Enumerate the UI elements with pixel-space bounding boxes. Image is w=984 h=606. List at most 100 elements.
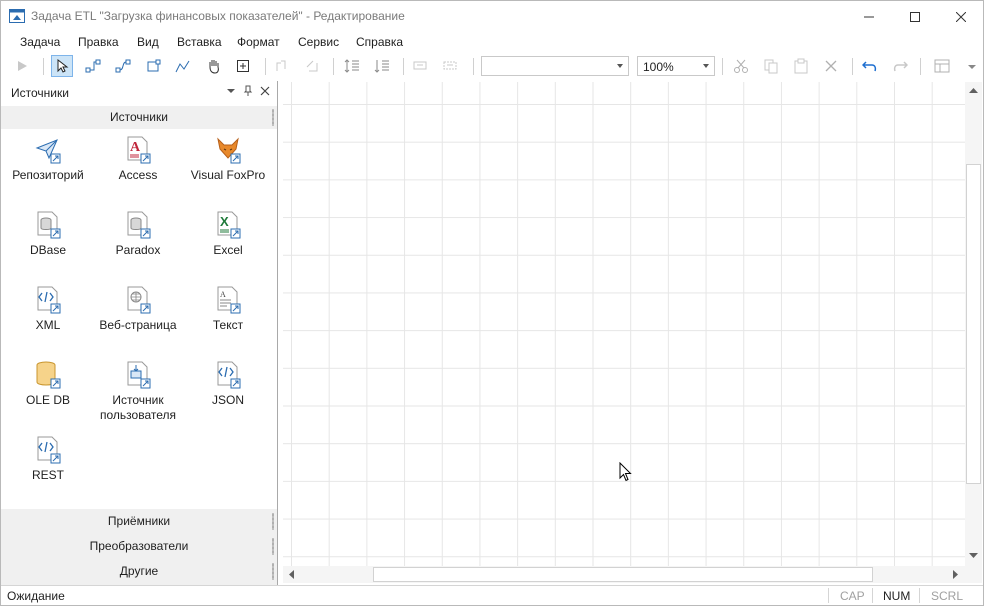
zoom-combo[interactable]: 100% (637, 56, 715, 76)
section-transformers[interactable]: Преобразователи (1, 535, 277, 558)
source-item-excel[interactable]: X Excel (182, 211, 274, 257)
font-combo[interactable] (481, 56, 629, 76)
send-backward-button[interactable] (301, 55, 323, 77)
connector-tool-button[interactable] (82, 55, 104, 77)
foxpro-icon (217, 137, 241, 164)
design-canvas[interactable] (283, 82, 965, 566)
maximize-button[interactable] (892, 1, 938, 32)
panel-pin-button[interactable] (242, 85, 254, 97)
section-receivers[interactable]: Приёмники (1, 510, 277, 533)
source-item-paradox[interactable]: Paradox (92, 211, 184, 257)
decrease-spacing-icon (374, 60, 389, 73)
repository-icon (35, 139, 61, 164)
menu-view[interactable]: Вид (137, 35, 159, 49)
minimize-button[interactable] (846, 1, 892, 32)
svg-text:A: A (130, 140, 141, 155)
scroll-up-icon (969, 88, 978, 93)
vertical-scrollbar[interactable] (965, 82, 982, 566)
scroll-left-icon (289, 570, 294, 579)
json-icon (217, 361, 241, 389)
source-item-access[interactable]: A Access (92, 136, 184, 182)
menu-task[interactable]: Задача (20, 35, 60, 49)
close-button[interactable] (938, 1, 984, 32)
bring-forward-button[interactable] (271, 55, 293, 77)
user-source-icon (127, 361, 151, 389)
etl-editor-window: Задача ETL "Загрузка финансовых показате… (0, 0, 984, 606)
source-item-web-page[interactable]: Веб-страница (92, 286, 184, 332)
undo-icon (862, 61, 877, 72)
toolbar-separator (265, 58, 266, 75)
chevron-down-icon (617, 64, 623, 68)
source-item-label: Excel (213, 243, 243, 257)
source-item-json[interactable]: JSON (182, 361, 274, 407)
cap-indicator: CAP (840, 589, 865, 603)
svg-text:X: X (220, 214, 229, 229)
source-item-label: Источник пользователя (100, 393, 176, 422)
polyline-tool-button[interactable] (172, 55, 194, 77)
rect-connector-button[interactable] (142, 55, 164, 77)
menu-insert[interactable]: Вставка (177, 35, 222, 49)
decrease-spacing-button[interactable] (371, 55, 393, 77)
group-button[interactable] (410, 55, 432, 77)
source-item-xml[interactable]: XML (2, 286, 94, 332)
source-item-ole-db[interactable]: OLE DB (2, 361, 94, 407)
toolbar-overflow-button[interactable] (961, 55, 983, 77)
paradox-icon (127, 211, 151, 239)
maximize-icon (910, 11, 920, 22)
toolbar-separator (403, 58, 404, 75)
source-item-label: Paradox (115, 243, 161, 257)
connector-icon (85, 59, 101, 73)
source-item-rest[interactable]: REST (2, 436, 94, 482)
access-icon: A (127, 136, 151, 164)
source-item-user-source[interactable]: Источник пользователя (92, 361, 184, 422)
panel-menu-button[interactable] (225, 85, 237, 97)
source-item-dbase[interactable]: DBase (2, 211, 94, 257)
cut-button[interactable] (730, 55, 752, 77)
menu-help[interactable]: Справка (356, 35, 403, 49)
toolbar-separator (852, 58, 853, 75)
menu-format[interactable]: Формат (237, 35, 280, 49)
menu-service[interactable]: Сервис (298, 35, 339, 49)
section-transformers-label: Преобразователи (89, 539, 189, 553)
source-item-label: XML (35, 318, 61, 332)
section-sources[interactable]: Источники (1, 106, 277, 129)
scroll-right-icon (953, 570, 958, 579)
curve-connector-button[interactable] (112, 55, 134, 77)
play-icon (18, 61, 27, 71)
source-item-repository[interactable]: Репозиторий (2, 136, 94, 182)
source-item-label: REST (31, 468, 64, 482)
section-other[interactable]: Другие (1, 560, 277, 583)
source-item-text[interactable]: A Текст (182, 286, 274, 332)
run-button[interactable] (11, 55, 33, 77)
vertical-scroll-thumb[interactable] (966, 164, 981, 484)
source-item-label: Текст (212, 318, 244, 332)
fit-button[interactable] (232, 55, 254, 77)
undo-button[interactable] (859, 55, 881, 77)
section-other-label: Другие (119, 564, 159, 578)
sources-panel: Источники Источники Репозиторий A Access… (1, 81, 278, 585)
source-item-visual-foxpro[interactable]: Visual FoxPro (182, 136, 274, 182)
increase-spacing-button[interactable] (341, 55, 363, 77)
redo-button[interactable] (889, 55, 911, 77)
horizontal-scroll-thumb[interactable] (373, 567, 873, 582)
source-item-label: JSON (211, 393, 244, 407)
bring-forward-icon (276, 60, 286, 71)
source-items: Репозиторий A Access Visual FoxPro DBase… (1, 129, 277, 509)
horizontal-scrollbar[interactable] (283, 566, 965, 583)
menu-edit[interactable]: Правка (78, 35, 119, 49)
source-item-label: Access (118, 168, 158, 182)
copy-button[interactable] (760, 55, 782, 77)
delete-button[interactable] (820, 55, 842, 77)
panel-title: Источники (11, 86, 69, 100)
ungroup-button[interactable] (440, 55, 462, 77)
paste-button[interactable] (790, 55, 812, 77)
dbase-icon (37, 211, 61, 239)
pan-tool-button[interactable] (203, 55, 225, 77)
scissors-icon (734, 59, 748, 73)
toolbar-separator (473, 58, 474, 75)
menu-bar: Задача Правка Вид Вставка Формат Сервис … (1, 32, 983, 52)
select-tool-button[interactable] (51, 55, 73, 77)
layout-button[interactable] (931, 55, 953, 77)
group-icon (413, 61, 427, 70)
panel-close-button[interactable] (259, 85, 271, 97)
